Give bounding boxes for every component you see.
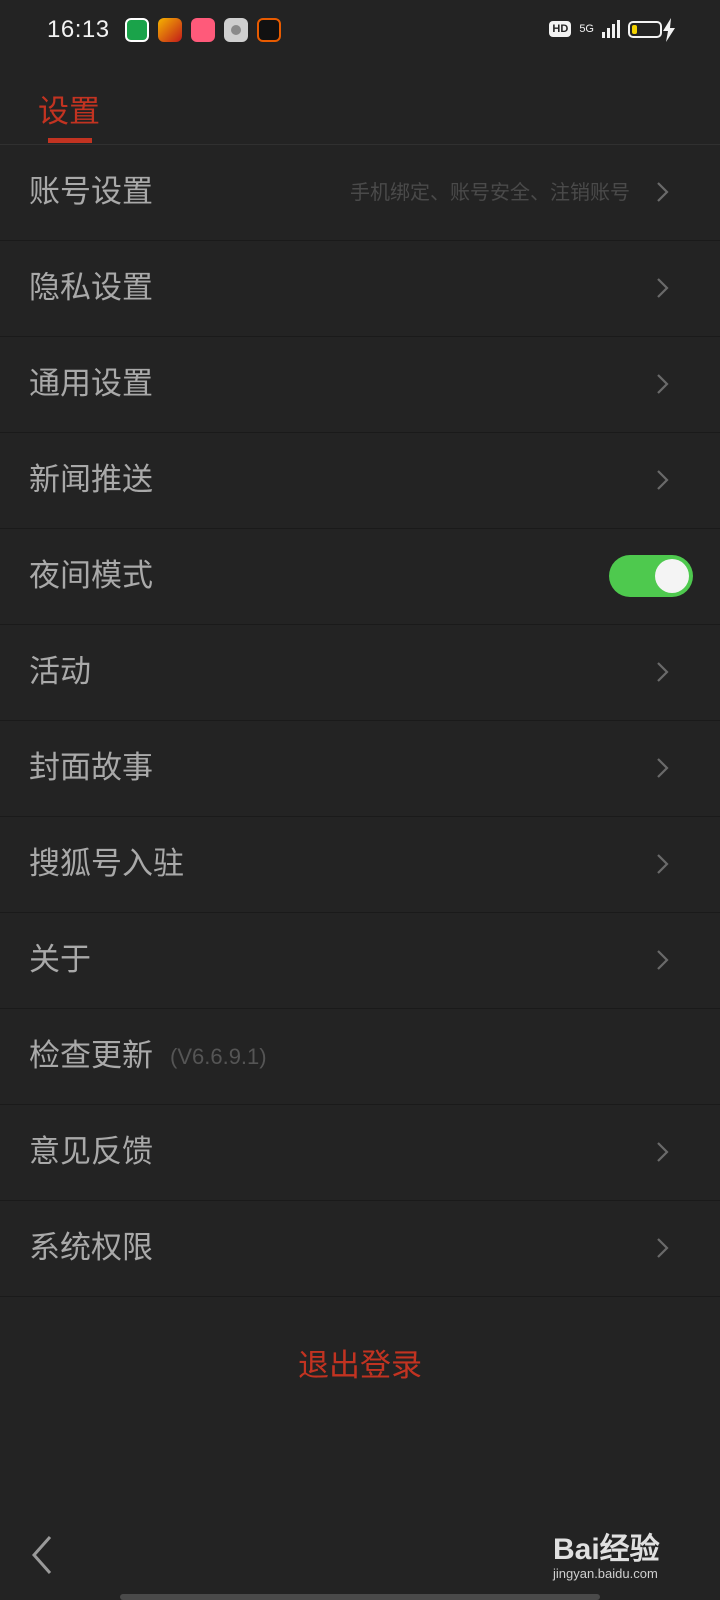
sohu-app-icon <box>158 18 182 42</box>
logout-button[interactable]: 退出登录 <box>0 1340 720 1385</box>
settings-row-label: 新闻推送 <box>29 462 153 498</box>
settings-row-label: 活动 <box>29 654 91 690</box>
settings-row-label: 关于 <box>29 942 91 978</box>
settings-row-label: 隐私设置 <box>29 270 153 306</box>
chevron-right-icon <box>650 1140 674 1164</box>
status-indicators: HD 5G <box>549 20 662 38</box>
chevron-right-icon <box>650 372 674 396</box>
chevron-right-icon <box>650 660 674 684</box>
chevron-right-icon <box>650 852 674 876</box>
battery-icon <box>628 20 662 38</box>
settings-row-label: 系统权限 <box>29 1230 153 1266</box>
settings-row-label: 账号设置 <box>29 174 153 210</box>
settings-row-label: 夜间模式 <box>29 558 153 594</box>
settings-row-subtitle: 手机绑定、账号安全、注销账号 <box>350 180 630 204</box>
settings-row[interactable]: 搜狐号入驻 <box>0 817 720 913</box>
hd-badge: HD <box>549 21 572 37</box>
battery-level <box>632 24 637 34</box>
chevron-right-icon <box>650 276 674 300</box>
settings-row-label: 封面故事 <box>29 750 153 786</box>
settings-row[interactable]: 隐私设置 <box>0 241 720 337</box>
settings-app-icon <box>224 18 248 42</box>
settings-row-label: 意见反馈 <box>29 1134 153 1170</box>
orange-app-icon <box>257 18 281 42</box>
header: 设置 <box>0 64 720 145</box>
settings-row[interactable]: 新闻推送 <box>0 433 720 529</box>
chevron-right-icon <box>650 756 674 780</box>
chevron-right-icon <box>650 180 674 204</box>
settings-row[interactable]: 账号设置 手机绑定、账号安全、注销账号 <box>0 145 720 241</box>
settings-row-label: 检查更新 <box>29 1038 153 1074</box>
tab-settings[interactable]: 设置 <box>38 86 100 131</box>
settings-row[interactable]: 封面故事 <box>0 721 720 817</box>
chevron-right-icon <box>650 1236 674 1260</box>
chevron-right-icon <box>650 468 674 492</box>
night-mode-toggle[interactable] <box>609 555 693 597</box>
settings-row[interactable]: 夜间模式 <box>0 529 720 625</box>
charging-icon <box>663 18 675 42</box>
camera-app-icon <box>191 18 215 42</box>
settings-row[interactable]: 通用设置 <box>0 337 720 433</box>
tab-underline <box>48 138 92 143</box>
signal-icon <box>602 20 620 38</box>
settings-row-label: 通用设置 <box>29 366 153 402</box>
notification-icons <box>125 18 281 42</box>
home-indicator[interactable] <box>120 1594 600 1600</box>
back-icon[interactable] <box>28 1534 58 1576</box>
chevron-right-icon <box>650 948 674 972</box>
video-app-icon <box>125 18 149 42</box>
settings-row[interactable]: 检查更新 (V6.6.9.1) <box>0 1009 720 1105</box>
settings-row[interactable]: 活动 <box>0 625 720 721</box>
settings-row[interactable]: 系统权限 <box>0 1201 720 1297</box>
settings-row[interactable]: 关于 <box>0 913 720 1009</box>
watermark-logo: Bai经验 <box>553 1533 660 1566</box>
network-type: 5G <box>579 23 594 35</box>
settings-row-label: 搜狐号入驻 <box>29 846 184 882</box>
status-bar: 16:13 HD 5G <box>0 0 720 64</box>
version-label: (V6.6.9.1) <box>170 1044 267 1069</box>
toggle-knob <box>655 559 689 593</box>
settings-list: 账号设置 手机绑定、账号安全、注销账号隐私设置通用设置新闻推送夜间模式活动封面故事… <box>0 145 720 1297</box>
watermark-url: jingyan.baidu.com <box>553 1566 658 1581</box>
settings-row[interactable]: 意见反馈 <box>0 1105 720 1201</box>
watermark: Bai经验 jingyan.baidu.com <box>553 1524 683 1581</box>
status-time: 16:13 <box>47 16 110 43</box>
